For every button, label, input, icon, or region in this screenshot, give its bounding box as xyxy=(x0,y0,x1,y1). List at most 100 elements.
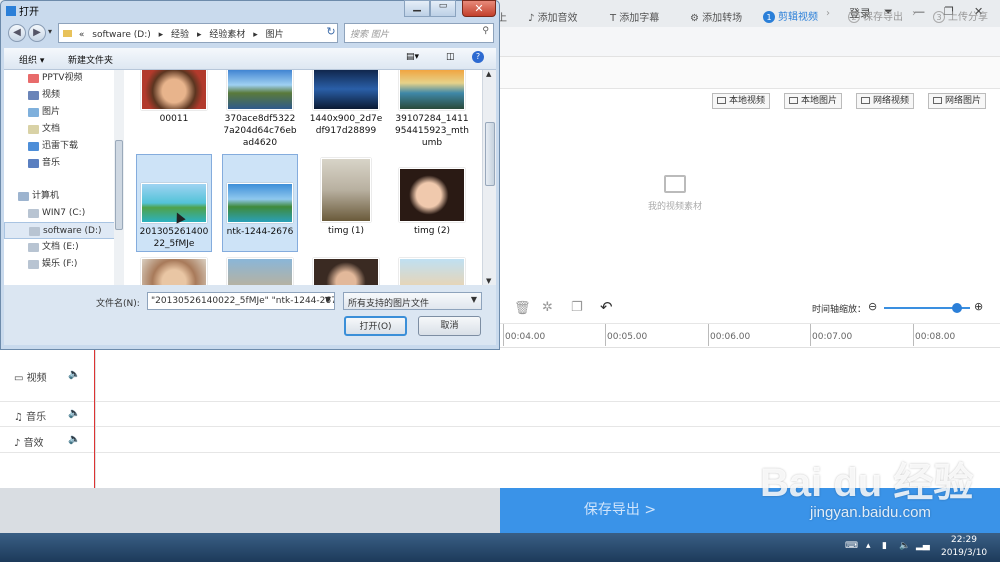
cancel-button[interactable]: 取消 xyxy=(418,316,481,336)
tray-device-icon[interactable]: ▮ xyxy=(882,541,887,551)
zoom-slider[interactable] xyxy=(884,303,970,313)
volume-icon[interactable]: 🔈 xyxy=(68,434,80,445)
nav-scrollbar[interactable] xyxy=(114,70,124,285)
step-upload-share[interactable]: 3 上传分享 xyxy=(933,8,988,23)
breadcrumb-item[interactable]: 经验素材 xyxy=(209,30,245,40)
image-thumbnail xyxy=(399,70,465,110)
web-image-button[interactable]: 网络图片 xyxy=(928,93,987,109)
music-library-icon xyxy=(28,159,39,168)
music-icon: ♫ xyxy=(14,412,27,423)
nav-item-drive-e[interactable]: 文档 (E:) xyxy=(4,239,123,256)
dialog-close-button[interactable]: ✕ xyxy=(462,0,496,17)
file-item-selected[interactable]: 20130526140022_5fMJe xyxy=(136,154,212,252)
forward-button[interactable]: ▶ xyxy=(28,24,46,42)
file-item[interactable]: timg (2) xyxy=(394,154,470,252)
tray-arrow-icon[interactable]: ▴ xyxy=(866,541,871,551)
filename-label: 文件名(N): xyxy=(96,299,140,309)
volume-icon[interactable]: 🔈 xyxy=(68,369,80,380)
local-video-button[interactable]: 本地视频 xyxy=(712,93,771,109)
chevron-right-icon: › xyxy=(912,8,916,19)
history-dropdown-icon[interactable]: ▾ xyxy=(48,27,52,36)
zoom-out-icon[interactable]: ⊖ xyxy=(868,300,877,313)
file-item[interactable]: 370ace8df53227a204d64c76ebad4620 xyxy=(222,70,298,149)
file-list-scrollbar-thumb[interactable] xyxy=(485,122,495,186)
playhead[interactable] xyxy=(94,348,95,488)
tray-keyboard-icon[interactable]: ⌨ xyxy=(845,541,858,551)
address-bar[interactable]: « software (D:) ▸ 经验 ▸ 经验素材 ▸ 图片 xyxy=(58,23,338,43)
breadcrumb-separator[interactable]: ▸ xyxy=(253,30,258,40)
breadcrumb-separator[interactable]: ▸ xyxy=(197,30,202,40)
transition-icon: ⚙ xyxy=(690,13,703,24)
image-icon xyxy=(789,97,798,104)
zoom-slider-knob[interactable] xyxy=(952,303,962,313)
file-type-select[interactable]: 所有支持的图片文件 ▼ xyxy=(343,292,482,310)
file-list-scrollbar[interactable]: ▲ ▼ xyxy=(482,70,496,285)
folder-icon xyxy=(28,74,39,83)
file-item[interactable] xyxy=(308,258,384,285)
clock-date[interactable]: 2019/3/10 xyxy=(941,548,987,558)
chevron-down-icon[interactable]: ▼ xyxy=(325,295,331,304)
preview-pane-icon[interactable]: ◫ xyxy=(446,52,455,62)
nav-item-pptv[interactable]: PPTV视频 xyxy=(4,70,123,87)
nav-item-music[interactable]: 音乐 xyxy=(4,155,123,172)
tray-network-icon[interactable]: ▂▄ xyxy=(916,541,930,551)
breadcrumb-item[interactable]: software (D:) xyxy=(92,30,151,40)
web-video-button[interactable]: 网络视频 xyxy=(856,93,915,109)
scroll-up-icon[interactable]: ▲ xyxy=(486,70,491,78)
image-icon xyxy=(933,97,942,104)
refresh-icon[interactable]: ↻ xyxy=(322,23,340,43)
add-sound-effect-button[interactable]: ♪ 添加音效 xyxy=(528,9,578,24)
dialog-maximize-button[interactable]: ▭ xyxy=(430,0,456,17)
organize-menu[interactable]: 组织 ▾ xyxy=(19,53,44,66)
steps-bar xyxy=(500,27,1000,57)
open-button[interactable]: 打开(O) xyxy=(344,316,407,336)
file-item[interactable]: timg (1) xyxy=(308,154,384,252)
music-track[interactable] xyxy=(0,402,1000,427)
view-options-icon[interactable]: ▤▾ xyxy=(406,52,419,62)
local-image-button[interactable]: 本地图片 xyxy=(784,93,843,109)
add-transition-button[interactable]: ⚙ 添加转场 xyxy=(690,9,742,24)
file-item[interactable] xyxy=(222,258,298,285)
add-subtitle-button[interactable]: T 添加字幕 xyxy=(610,9,659,24)
breadcrumb-separator[interactable]: ▸ xyxy=(159,30,164,40)
tray-volume-icon[interactable]: 🔈 xyxy=(899,541,910,551)
nav-scrollbar-thumb[interactable] xyxy=(115,140,123,230)
nav-item-documents[interactable]: 文档 xyxy=(4,121,123,138)
nav-item-videos[interactable]: 视频 xyxy=(4,87,123,104)
file-item[interactable] xyxy=(136,258,212,285)
clock-time[interactable]: 22:29 xyxy=(951,535,977,545)
breadcrumb-item[interactable]: 经验 xyxy=(171,30,189,40)
file-item[interactable]: 39107284_1411954415923_mthumb xyxy=(394,70,470,149)
scroll-down-icon[interactable]: ▼ xyxy=(486,277,491,285)
dialog-minimize-button[interactable]: ▁ xyxy=(404,0,430,17)
dialog-title: 打开 xyxy=(6,3,39,18)
nav-item-drive-c[interactable]: WIN7 (C:) xyxy=(4,205,123,222)
file-item-selected[interactable]: ntk-1244-2676 xyxy=(222,154,298,252)
nav-item-computer[interactable]: 计算机 xyxy=(4,188,123,205)
video-track[interactable] xyxy=(0,348,1000,402)
file-item[interactable]: 1440x900_2d7edf917d28899 xyxy=(308,70,384,137)
volume-icon[interactable]: 🔈 xyxy=(68,408,80,419)
filename-input[interactable]: "20130526140022_5fMJe" "ntk-1244-2676" ▼ xyxy=(147,292,335,310)
back-button[interactable]: ◀ xyxy=(8,24,26,42)
copy-icon[interactable]: ❐ xyxy=(571,300,583,315)
breadcrumb-item[interactable]: 图片 xyxy=(266,30,284,40)
help-icon[interactable]: ? xyxy=(472,51,484,63)
nav-item-drive-d[interactable]: software (D:) xyxy=(4,222,123,239)
search-input[interactable]: 搜索 图片 ⚲ xyxy=(344,23,494,43)
breadcrumb-overflow[interactable]: « xyxy=(79,30,85,40)
split-icon[interactable]: ✲ xyxy=(542,300,553,315)
step-save-export[interactable]: 2 保存导出 xyxy=(848,8,903,23)
new-folder-button[interactable]: 新建文件夹 xyxy=(68,53,113,66)
zoom-in-icon[interactable]: ⊕ xyxy=(974,300,983,313)
file-item[interactable] xyxy=(394,258,470,285)
nav-item-xunlei[interactable]: 迅雷下载 xyxy=(4,138,123,155)
nav-item-drive-f[interactable]: 娱乐 (F:) xyxy=(4,256,123,273)
step-edit-video[interactable]: 1 剪辑视频 xyxy=(763,8,818,23)
app-icon xyxy=(6,6,16,16)
delete-icon[interactable]: 🗑 xyxy=(514,301,531,316)
undo-icon[interactable]: ↶ xyxy=(600,298,613,316)
nav-item-pictures[interactable]: 图片 xyxy=(4,104,123,121)
picture-library-icon xyxy=(28,108,39,117)
file-item[interactable]: 00011 xyxy=(136,70,212,125)
